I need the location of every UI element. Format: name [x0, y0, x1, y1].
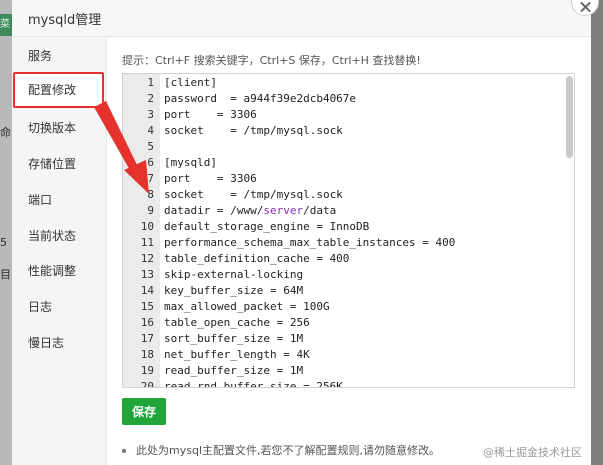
- sidebar-item-log[interactable]: 日志: [28, 299, 52, 315]
- code-line[interactable]: 14 key_buffer_size = 64M: [123, 283, 563, 299]
- code-text: [client]: [164, 76, 217, 89]
- code-text: datadir = /www/server/data: [164, 203, 336, 219]
- code-text: port = 3306: [164, 108, 257, 121]
- line-number: 11: [140, 236, 154, 249]
- code-text: port = 3306: [164, 172, 257, 185]
- code-line[interactable]: 19 read_buffer_size = 1M: [123, 363, 563, 379]
- dialog-title: mysqld管理: [28, 13, 102, 28]
- sidebar-item-port[interactable]: 端口: [28, 192, 52, 208]
- code-line[interactable]: 15 max_allowed_packet = 100G: [123, 299, 563, 315]
- sidebar-item-switch-version[interactable]: 切换版本: [28, 120, 76, 136]
- line-number: 12: [140, 252, 154, 265]
- config-editor[interactable]: 1 [client] 2 password = a944f39e2dcb4067e …: [122, 73, 575, 388]
- line-number: 16: [140, 316, 154, 329]
- sidebar-item-slow-log[interactable]: 慢日志: [28, 335, 64, 351]
- line-number: 5: [147, 140, 154, 153]
- background-fragment: 5: [0, 236, 7, 249]
- code-line[interactable]: 18 net_buffer_length = 4K: [123, 347, 563, 363]
- code-line[interactable]: 17 sort_buffer_size = 1M: [123, 331, 563, 347]
- save-button[interactable]: 保存: [122, 398, 166, 425]
- line-number: 9: [147, 204, 154, 217]
- datadir-suffix: /data: [303, 204, 337, 217]
- code-line[interactable]: 9 datadir = /www/server/data: [123, 203, 563, 219]
- background-page: [0, 0, 12, 465]
- code-text: table_definition_cache = 400: [164, 252, 350, 265]
- background-fragment: 目: [0, 268, 11, 281]
- line-number: 17: [140, 332, 154, 345]
- code-line[interactable]: 4 socket = /tmp/mysql.sock: [123, 123, 563, 139]
- code-text: key_buffer_size = 64M: [164, 284, 304, 297]
- dialog-title-bar: mysqld管理: [12, 0, 591, 37]
- code-text: default_storage_engine = InnoDB: [164, 220, 370, 233]
- line-number: 14: [140, 284, 154, 297]
- sidebar-item-performance-tuning[interactable]: 性能调整: [28, 263, 76, 279]
- code-text: password = a944f39e2dcb4067e: [164, 92, 357, 105]
- code-text: table_open_cache = 256: [164, 316, 310, 329]
- line-number: 10: [140, 220, 154, 233]
- code-text: read_rnd_buffer_size = 256K: [164, 380, 343, 388]
- code-line[interactable]: 12 table_definition_cache = 400: [123, 251, 563, 267]
- code-text: socket = /tmp/mysql.sock: [164, 124, 343, 137]
- config-warning-text: 此处为mysql主配置文件,若您不了解配置规则,请勿随意修改。: [136, 444, 440, 457]
- line-number: 15: [140, 300, 154, 313]
- code-line[interactable]: 16 table_open_cache = 256: [123, 315, 563, 331]
- line-number: 3: [147, 108, 154, 121]
- line-number: 1: [147, 76, 154, 89]
- code-line[interactable]: 7 port = 3306: [123, 171, 563, 187]
- code-line[interactable]: 1 [client]: [123, 75, 563, 91]
- bullet-icon: [122, 449, 126, 453]
- code-line[interactable]: 8 socket = /tmp/mysql.sock: [123, 187, 563, 203]
- code-line[interactable]: 20 read_rnd_buffer_size = 256K: [123, 379, 563, 388]
- code-text: max_allowed_packet = 100G: [164, 300, 330, 313]
- code-line[interactable]: 2 password = a944f39e2dcb4067e: [123, 91, 563, 107]
- datadir-keyword: server: [263, 204, 304, 217]
- code-line[interactable]: 11 performance_schema_max_table_instances…: [123, 235, 563, 251]
- editor-scrollbar[interactable]: [566, 76, 573, 158]
- sidebar-item-storage-location[interactable]: 存储位置: [28, 156, 76, 172]
- code-line[interactable]: 5: [123, 139, 563, 155]
- background-fragment: 命: [0, 126, 11, 139]
- line-number: 7: [147, 172, 154, 185]
- code-line[interactable]: 6 [mysqld]: [123, 155, 563, 171]
- code-line[interactable]: 13 skip-external-locking: [123, 267, 563, 283]
- code-text: socket = /tmp/mysql.sock: [164, 188, 343, 201]
- code-text: sort_buffer_size = 1M: [164, 332, 304, 345]
- sidebar-item-service[interactable]: 服务: [28, 48, 52, 64]
- sidebar-item-current-status[interactable]: 当前状态: [28, 228, 76, 244]
- code-line[interactable]: 3 port = 3306: [123, 107, 563, 123]
- line-number: 8: [147, 188, 154, 201]
- code-text: performance_schema_max_table_instances =…: [164, 236, 456, 249]
- config-warning-note: 此处为mysql主配置文件,若您不了解配置规则,请勿随意修改。: [122, 442, 440, 458]
- line-number: 6: [147, 156, 154, 169]
- code-line[interactable]: 10 default_storage_engine = InnoDB: [123, 219, 563, 235]
- mysql-manage-dialog: mysqld管理 服务 配置修改 切换版本 存储位置 端口 当前状态 性能调整 …: [12, 0, 591, 465]
- code-text: skip-external-locking: [164, 268, 304, 281]
- line-number: 18: [140, 348, 154, 361]
- datadir-prefix: datadir = /www/: [164, 204, 264, 217]
- line-number: 13: [140, 268, 154, 281]
- code-text: read_buffer_size = 1M: [164, 364, 304, 377]
- line-number: 4: [147, 124, 154, 137]
- code-text: net_buffer_length = 4K: [164, 348, 310, 361]
- line-number: 2: [147, 92, 154, 105]
- code-text: [mysqld]: [164, 156, 217, 169]
- line-number: 20: [140, 380, 154, 388]
- background-tag: 菜: [0, 14, 12, 36]
- editor-hint: 提示：Ctrl+F 搜索关键字，Ctrl+S 保存，Ctrl+H 查找替换!: [122, 54, 421, 67]
- sidebar-item-config-edit[interactable]: 配置修改: [13, 72, 104, 108]
- watermark: @稀土掘金技术社区: [483, 446, 582, 459]
- line-number: 19: [140, 364, 154, 377]
- sidebar: 服务 配置修改 切换版本 存储位置 端口 当前状态 性能调整 日志 慢日志: [12, 37, 107, 465]
